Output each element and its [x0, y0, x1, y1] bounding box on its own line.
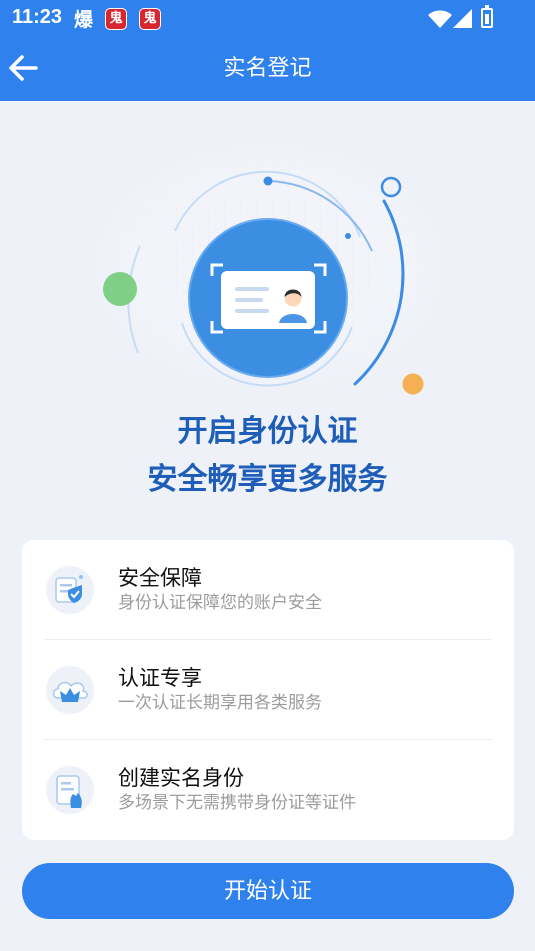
crown-cloud-icon — [46, 666, 94, 714]
id-card-hand-icon — [46, 766, 94, 814]
feature-title: 认证专享 — [118, 666, 202, 690]
hero-title: 开启身份认证 — [177, 414, 358, 449]
feature-desc: 一次认证长期享用各类服务 — [118, 693, 322, 713]
feature-title: 安全保障 — [118, 566, 202, 590]
feature-desc: 多场景下无需携带身份证等证件 — [118, 793, 356, 813]
page-title: 实名登记 — [223, 56, 312, 81]
nav-bar: 实名登记 — [0, 38, 535, 101]
hero-subtitle: 安全畅享更多服务 — [147, 462, 388, 497]
feature-item-identity: 创建实名身份 多场景下无需携带身份证等证件 — [22, 740, 514, 840]
feature-item-security: 安全保障 身份认证保障您的账户安全 — [22, 540, 514, 640]
wifi-icon — [428, 10, 452, 28]
hero-banner: 开启身份认证 安全畅享更多服务 — [0, 101, 535, 521]
id-verification-illustration — [90, 141, 450, 395]
feature-card: 安全保障 身份认证保障您的账户安全 认证专享 一次认证长期享用各类服务 创建实名… — [22, 540, 514, 840]
signal-icon — [453, 9, 472, 28]
battery-icon — [481, 5, 493, 28]
status-bar: 11:23 爆 鬼 鬼 — [0, 0, 535, 38]
shield-document-icon — [46, 566, 94, 614]
start-verification-button[interactable]: 开始认证 — [22, 863, 514, 919]
feature-title: 创建实名身份 — [118, 766, 244, 790]
notification-badge-2: 鬼 — [139, 8, 161, 30]
feature-desc: 身份认证保障您的账户安全 — [118, 593, 322, 613]
notification-badge-1: 鬼 — [105, 8, 127, 30]
notification-icon: 爆 — [74, 9, 94, 31]
feature-item-exclusive: 认证专享 一次认证长期享用各类服务 — [22, 640, 514, 740]
status-time: 11:23 — [12, 6, 63, 28]
